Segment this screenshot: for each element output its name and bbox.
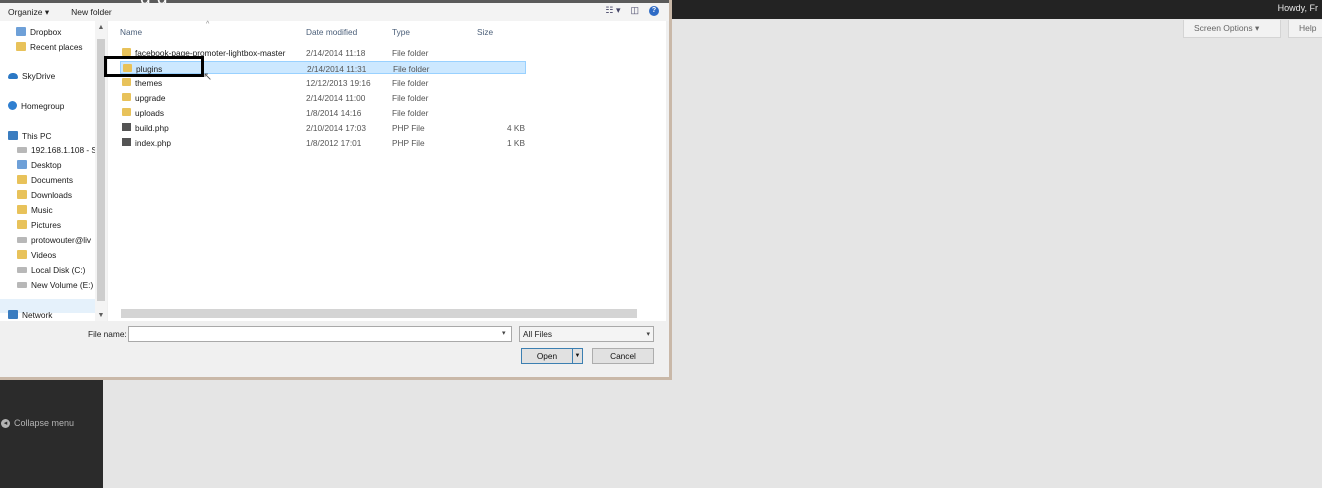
documents-folder-icon: [17, 175, 27, 184]
file-row[interactable]: build.php 2/10/2014 17:03 PHP File 4 KB: [120, 121, 526, 134]
mouse-cursor-icon: ↖: [203, 71, 213, 83]
open-button-label: Open: [536, 351, 558, 361]
nav-item-documents[interactable]: Documents: [17, 173, 73, 186]
php-file-icon: [122, 138, 131, 146]
cloud-icon: [8, 72, 18, 79]
nav-item-recent-places[interactable]: Recent places: [16, 40, 83, 53]
file-type-filter-value: All Files: [523, 329, 553, 339]
folder-icon: [122, 93, 131, 101]
file-name-input[interactable]: [128, 326, 512, 342]
recent-places-icon: [16, 42, 26, 51]
network-drive-icon: [17, 236, 27, 243]
file-list-horizontal-scrollbar[interactable]: [121, 309, 637, 318]
folder-icon: [122, 108, 131, 116]
php-file-icon: [122, 123, 131, 131]
nav-item-downloads[interactable]: Downloads: [17, 188, 72, 201]
nav-item-desktop[interactable]: Desktop: [17, 158, 61, 171]
preview-pane-icon[interactable]: ◫: [630, 5, 639, 16]
nav-item-music[interactable]: Music: [17, 203, 53, 216]
file-open-dialog: g g Organize ▾ New folder ☷ ▾ ◫ ? Dropbo…: [0, 0, 672, 380]
dialog-toolbar: Organize ▾ New folder ☷ ▾ ◫ ?: [0, 3, 669, 21]
sort-arrow-icon: ^: [206, 21, 210, 28]
scroll-up-arrow-icon[interactable]: ▲: [95, 24, 107, 31]
file-row[interactable]: themes 12/12/2013 19:16 File folder: [120, 76, 526, 89]
nav-item-new-volume[interactable]: New Volume (E:): [17, 278, 93, 291]
collapse-arrow-icon: ◂: [1, 418, 10, 428]
navigation-pane[interactable]: Dropbox Recent places SkyDrive Homegroup…: [0, 21, 107, 321]
nav-item-homegroup[interactable]: Homegroup: [8, 99, 64, 112]
nav-item-skydrive[interactable]: SkyDrive: [8, 69, 55, 82]
column-header-size[interactable]: Size: [477, 27, 493, 37]
computer-icon: [8, 131, 18, 140]
chevron-down-icon: ▾: [646, 331, 650, 338]
network-icon: [8, 310, 18, 319]
new-folder-button[interactable]: New folder: [67, 7, 116, 17]
folder-icon: [122, 78, 131, 86]
nav-item-local-disk[interactable]: Local Disk (C:): [17, 263, 85, 276]
nav-scrollbar-thumb[interactable]: [97, 39, 105, 301]
nav-item-this-pc[interactable]: This PC: [8, 129, 52, 142]
file-type-filter-select[interactable]: All Files ▾: [519, 326, 654, 342]
drive-icon: [17, 266, 27, 273]
music-folder-icon: [17, 205, 27, 214]
open-split-dropdown-icon[interactable]: ▼: [572, 349, 582, 363]
dropbox-icon: [16, 27, 26, 36]
cancel-button[interactable]: Cancel: [592, 348, 654, 364]
help-tab[interactable]: Help: [1288, 20, 1322, 38]
open-button[interactable]: Open ▼: [521, 348, 583, 364]
videos-folder-icon: [17, 250, 27, 259]
nav-item-dropbox[interactable]: Dropbox: [16, 25, 61, 38]
howdy-user-menu[interactable]: Howdy, Fr: [1278, 3, 1318, 13]
column-header-name[interactable]: Name: [120, 27, 142, 37]
drive-icon: [17, 281, 27, 288]
column-header-date[interactable]: Date modified: [306, 27, 357, 37]
homegroup-icon: [8, 101, 17, 110]
scroll-down-arrow-icon[interactable]: ▼: [95, 312, 107, 319]
desktop-folder-icon: [17, 160, 27, 169]
file-name-label: File name:: [88, 329, 127, 339]
screen-options-tab[interactable]: Screen Options ▾: [1183, 20, 1281, 38]
network-drive-icon: [17, 146, 27, 153]
pictures-folder-icon: [17, 220, 27, 229]
file-row[interactable]: uploads 1/8/2014 14:16 File folder: [120, 106, 526, 119]
view-options-icon[interactable]: ☷ ▾: [605, 5, 620, 16]
organize-button[interactable]: Organize ▾: [4, 7, 53, 18]
nav-item-network[interactable]: Network: [8, 308, 52, 321]
nav-item-protowouter[interactable]: protowouter@liv: [17, 233, 91, 246]
folder-icon: [122, 48, 131, 56]
collapse-menu-button[interactable]: ◂ Collapse menu: [0, 418, 74, 428]
nav-item-network-share[interactable]: 192.168.1.108 - Sc: [17, 143, 101, 156]
nav-item-videos[interactable]: Videos: [17, 248, 56, 261]
file-row[interactable]: index.php 1/8/2012 17:01 PHP File 1 KB: [120, 136, 526, 149]
column-header-type[interactable]: Type: [392, 27, 410, 37]
annotation-highlight-box: [104, 56, 204, 77]
file-row[interactable]: upgrade 2/14/2014 11:00 File folder: [120, 91, 526, 104]
downloads-folder-icon: [17, 190, 27, 199]
nav-item-pictures[interactable]: Pictures: [17, 218, 61, 231]
collapse-menu-label: Collapse menu: [14, 418, 75, 428]
help-icon[interactable]: ?: [649, 5, 659, 16]
